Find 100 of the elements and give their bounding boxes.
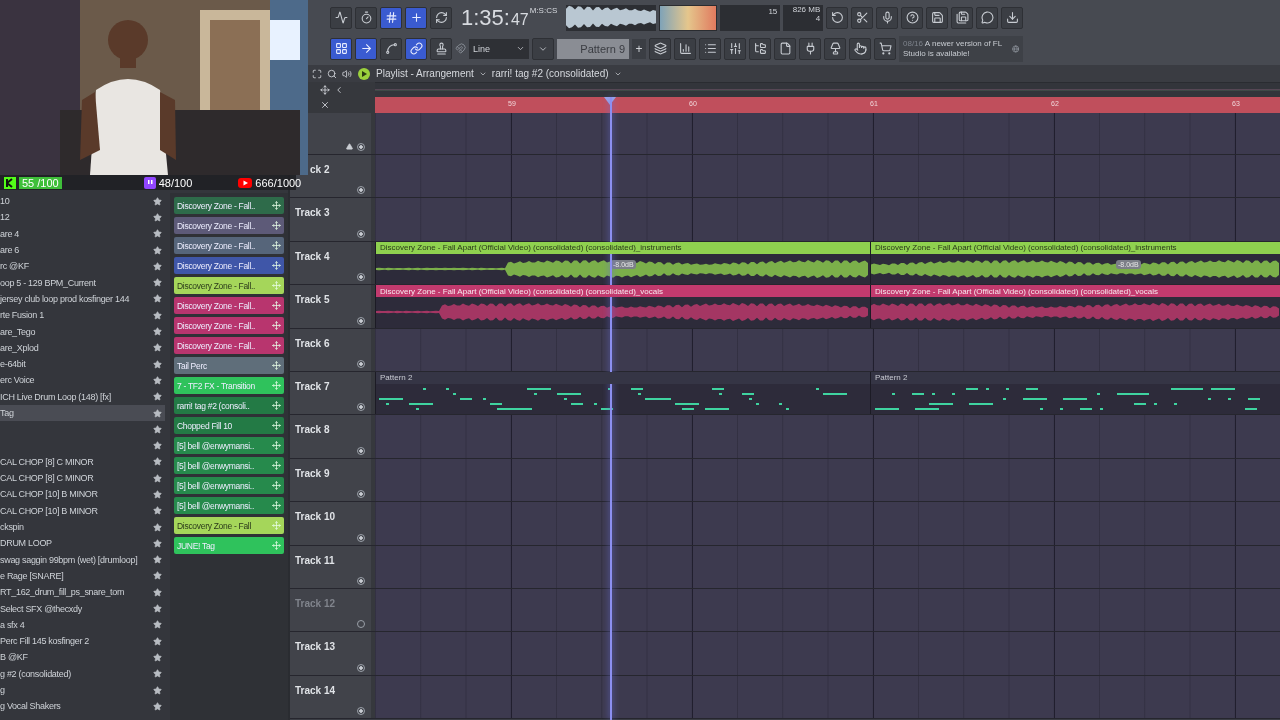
star-icon[interactable]: [153, 571, 162, 581]
star-icon[interactable]: [153, 245, 162, 255]
star-icon[interactable]: [153, 555, 162, 565]
browser-item[interactable]: RT_162_drum_fill_ps_snare_tom: [0, 584, 165, 601]
star-icon[interactable]: [153, 327, 162, 336]
clip-item[interactable]: [5] bell @enwymansi..: [174, 437, 284, 454]
track-name[interactable]: Track 3: [295, 207, 330, 219]
clip-item[interactable]: Tail Perc: [174, 357, 284, 374]
browser-item[interactable]: CAL CHOP [8] C MINOR: [0, 470, 165, 487]
star-icon[interactable]: [153, 538, 162, 548]
mute-icon[interactable]: [357, 707, 365, 716]
track-name[interactable]: Track 7: [295, 380, 330, 392]
star-icon[interactable]: [153, 652, 162, 662]
lamp-button[interactable]: [824, 37, 846, 60]
save-button[interactable]: [926, 6, 949, 29]
cut-button[interactable]: [851, 6, 874, 29]
browser-item[interactable]: Select SFX @thecxdy: [0, 600, 165, 617]
close-icon[interactable]: [320, 100, 330, 110]
star-icon[interactable]: [153, 506, 162, 516]
star-icon[interactable]: [153, 490, 162, 499]
track-name[interactable]: Track 9: [295, 467, 330, 479]
browser-item[interactable]: are_Xplod: [0, 339, 165, 356]
star-icon[interactable]: [153, 310, 162, 320]
clip-item[interactable]: [5] bell @enwymansi..: [174, 457, 284, 474]
link-button[interactable]: [405, 37, 427, 60]
mute-icon[interactable]: [357, 359, 365, 368]
browser-item[interactable]: B @KF: [0, 649, 165, 666]
speaker-icon[interactable]: [342, 68, 352, 79]
track-name[interactable]: Track 10: [295, 511, 336, 523]
track-lane[interactable]: Discovery Zone - Fall Apart (Official Video) (consolidated) (consolidated)_vocals Discovery Zone - Fall Apart (Official Video) (consolidated) (consolidated)_vocals: [375, 285, 1280, 328]
star-icon[interactable]: [153, 375, 162, 385]
news-panel[interactable]: 08/16 A newer version of FL Studio is available!: [899, 35, 1023, 62]
browser-item[interactable]: CAL CHOP [10] B MINOR: [0, 486, 165, 503]
mute-icon[interactable]: [357, 533, 365, 542]
star-icon[interactable]: [153, 212, 162, 222]
browser-item[interactable]: are 6: [0, 241, 165, 259]
search-icon[interactable]: [327, 68, 337, 79]
browser-item[interactable]: a sfx 4: [0, 616, 165, 633]
mixer-button[interactable]: [724, 37, 746, 60]
star-icon[interactable]: [153, 587, 162, 597]
browser-item[interactable]: are 4: [0, 225, 165, 242]
pattern-clip[interactable]: Pattern 2: [375, 371, 870, 415]
browser-item[interactable]: are_Tego: [0, 323, 165, 340]
star-icon[interactable]: [153, 620, 162, 630]
stamp-button[interactable]: [430, 37, 452, 60]
mute-icon[interactable]: [357, 186, 365, 195]
mute-icon[interactable]: [357, 663, 365, 672]
mute-icon[interactable]: [357, 403, 365, 412]
browser-item[interactable]: ckspin: [0, 518, 165, 536]
playlist-button[interactable]: [649, 37, 671, 60]
star-icon[interactable]: [153, 343, 162, 353]
clip-item[interactable]: Discovery Zone - Fall..: [174, 197, 284, 214]
star-icon[interactable]: [153, 261, 162, 271]
curve-button[interactable]: [380, 37, 402, 60]
clip-item[interactable]: Discovery Zone - Fall..: [174, 337, 284, 354]
star-icon[interactable]: [153, 294, 162, 304]
mute-icon[interactable]: [357, 576, 365, 585]
clip-item[interactable]: Discovery Zone - Fall..: [174, 297, 284, 314]
audio-clip[interactable]: Discovery Zone - Fall Apart (Official Video) (consolidated) (consolidated)_vocals: [375, 285, 870, 328]
scroll-up-icon[interactable]: [346, 143, 353, 150]
star-icon[interactable]: [153, 669, 162, 679]
plugin-button[interactable]: [799, 37, 821, 60]
record-button[interactable]: [876, 6, 899, 29]
track-name[interactable]: ck 2: [310, 164, 330, 175]
browser-item[interactable]: DRUM LOOP: [0, 535, 165, 552]
browser-item[interactable]: Perc Fill 145 kosfinger 2: [0, 633, 165, 650]
star-icon[interactable]: [153, 701, 162, 711]
browser-item[interactable]: Tag: [0, 404, 165, 422]
chevron-left-icon[interactable]: [334, 84, 344, 95]
star-icon[interactable]: [153, 196, 162, 206]
clip-item[interactable]: Discovery Zone - Fall..: [174, 237, 284, 254]
mute-icon[interactable]: [357, 490, 365, 499]
track-lane[interactable]: Pattern 2 Pattern 2: [375, 371, 1280, 415]
browser-item[interactable]: erc Voice: [0, 372, 165, 389]
clip-item[interactable]: Chopped Fill 10: [174, 417, 284, 434]
browser-item[interactable]: g #2 (consolidated): [0, 665, 165, 682]
star-icon[interactable]: [153, 604, 162, 614]
timer-button[interactable]: [355, 6, 377, 29]
track-name[interactable]: Track 11: [295, 554, 335, 566]
star-icon[interactable]: [153, 424, 162, 434]
track-name[interactable]: Track 8: [295, 424, 330, 436]
star-icon[interactable]: [153, 473, 162, 483]
star-icon[interactable]: [153, 229, 162, 239]
star-icon[interactable]: [153, 522, 162, 532]
save-new-button[interactable]: [951, 6, 974, 29]
star-icon[interactable]: [153, 392, 162, 402]
chat-button[interactable]: [976, 6, 999, 29]
file-button[interactable]: [774, 37, 796, 60]
clip-item[interactable]: Discovery Zone - Fall: [174, 517, 284, 534]
arrow-button[interactable]: [355, 37, 377, 60]
mute-icon[interactable]: [357, 316, 365, 325]
browser-item[interactable]: 10: [0, 193, 165, 210]
shop-button[interactable]: [874, 37, 896, 60]
browser-item[interactable]: oop 5 - 129 BPM_Current: [0, 274, 165, 291]
star-icon[interactable]: [153, 408, 162, 418]
star-icon[interactable]: [153, 685, 162, 695]
browser-item[interactable]: ICH Live Drum Loop (148) [fx]: [0, 388, 165, 405]
clip-item[interactable]: Discovery Zone - Fall..: [174, 317, 284, 334]
mute-icon[interactable]: [357, 273, 365, 282]
track-name[interactable]: Track 13: [295, 641, 336, 653]
